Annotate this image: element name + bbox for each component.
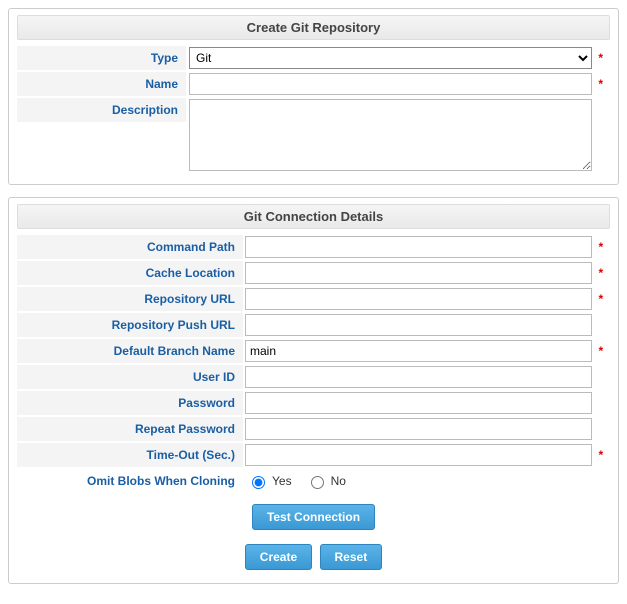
description-textarea[interactable]: [189, 99, 592, 171]
command-path-label: Command Path: [17, 235, 243, 259]
type-label: Type: [17, 46, 187, 70]
git-connection-details-panel: Git Connection Details Command Path * Ca…: [8, 197, 619, 584]
omit-blobs-label: Omit Blobs When Cloning: [17, 469, 243, 493]
name-input[interactable]: [189, 73, 592, 95]
default-branch-label: Default Branch Name: [17, 339, 243, 363]
omit-blobs-no-radio[interactable]: [311, 476, 324, 489]
panel-title: Create Git Repository: [17, 15, 610, 40]
repository-url-label: Repository URL: [17, 287, 243, 311]
row-description: Description: [17, 98, 610, 172]
timeout-input[interactable]: [245, 444, 592, 466]
repository-url-input[interactable]: [245, 288, 592, 310]
default-branch-input[interactable]: [245, 340, 592, 362]
repository-push-url-label: Repository Push URL: [17, 313, 243, 337]
type-select[interactable]: Git: [189, 47, 592, 69]
required-marker: *: [598, 292, 608, 306]
repeat-password-label: Repeat Password: [17, 417, 243, 441]
reset-button[interactable]: Reset: [320, 544, 383, 570]
button-row: Test Connection: [17, 501, 610, 533]
repeat-password-input[interactable]: [245, 418, 592, 440]
omit-blobs-yes-radio[interactable]: [252, 476, 265, 489]
button-row: Create Reset: [17, 541, 610, 573]
description-label: Description: [17, 98, 187, 122]
test-connection-button[interactable]: Test Connection: [252, 504, 375, 530]
user-id-label: User ID: [17, 365, 243, 389]
timeout-label: Time-Out (Sec.): [17, 443, 243, 467]
name-label: Name: [17, 72, 187, 96]
cache-location-input[interactable]: [245, 262, 592, 284]
password-input[interactable]: [245, 392, 592, 414]
required-marker: *: [598, 240, 608, 254]
row-name: Name *: [17, 72, 610, 96]
required-marker: *: [598, 51, 608, 65]
required-marker: *: [598, 77, 608, 91]
required-marker: *: [598, 266, 608, 280]
panel-title: Git Connection Details: [17, 204, 610, 229]
cache-location-label: Cache Location: [17, 261, 243, 285]
password-label: Password: [17, 391, 243, 415]
required-marker: *: [598, 344, 608, 358]
required-marker: *: [598, 448, 608, 462]
omit-blobs-no-label: No: [331, 474, 346, 488]
create-git-repository-panel: Create Git Repository Type Git * Name * …: [8, 8, 619, 185]
omit-blobs-yes-label: Yes: [272, 474, 292, 488]
create-button[interactable]: Create: [245, 544, 312, 570]
row-type: Type Git *: [17, 46, 610, 70]
omit-blobs-radio-group: Yes No: [245, 470, 358, 492]
command-path-input[interactable]: [245, 236, 592, 258]
repository-push-url-input[interactable]: [245, 314, 592, 336]
user-id-input[interactable]: [245, 366, 592, 388]
